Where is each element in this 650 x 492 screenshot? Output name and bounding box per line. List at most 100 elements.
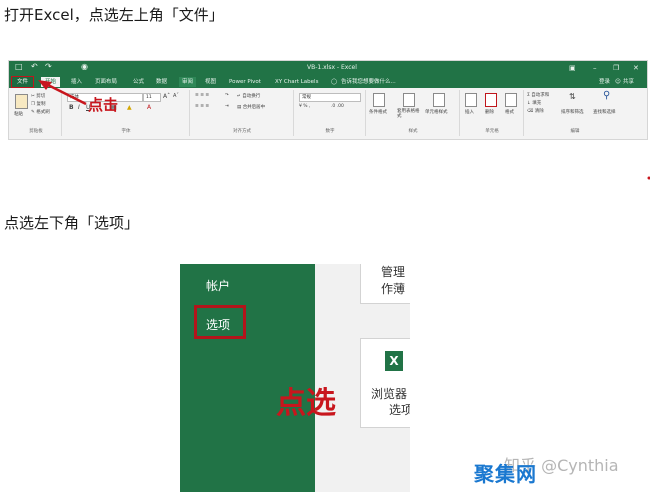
title-bar: □ ↶ ↷ ◉ VB-1.xlsx - Excel ▣ – ❐ ✕ (9, 61, 647, 75)
indent-icon[interactable]: ⇥ (225, 104, 229, 109)
account-menu-item[interactable]: 帐户 (206, 277, 230, 294)
tab-formulas[interactable]: 公式 (133, 77, 144, 87)
fill-label: 填充 (532, 101, 542, 106)
tab-data[interactable]: 数据 (156, 77, 167, 87)
excel-browser-icon: X (385, 351, 403, 371)
lightbulb-icon: ◯ (331, 79, 338, 85)
find-select-label[interactable]: 查找和选择 (593, 109, 616, 115)
format-table-icon[interactable] (403, 93, 415, 107)
browser-options-line2: 选项 (389, 403, 410, 417)
close-icon[interactable]: ✕ (633, 63, 639, 73)
browser-options-line1: 浏览器 (371, 387, 408, 401)
cut-button[interactable]: ✂ 剪切 (31, 93, 45, 99)
font-group-label: 字体 (121, 129, 131, 134)
number-format-select[interactable]: 常规 (299, 93, 361, 102)
format-cells-icon[interactable] (505, 93, 517, 107)
number-group-label: 数字 (325, 129, 335, 134)
conditional-format-label[interactable]: 条件格式 (369, 109, 387, 115)
editing-group: Σ 自动求和 ↓ 填充 ⌫ 清除 ⇅ 排序和筛选 ⚲ 查找和选择 编辑 (525, 90, 625, 136)
font-shrink-icon[interactable]: Aˇ (173, 93, 179, 99)
cut-label: 剪切 (36, 94, 46, 99)
font-size-select[interactable]: 11 (143, 93, 161, 102)
step2-instruction: 点选左下角「选项」 (4, 214, 140, 232)
clear-button[interactable]: ⌫ 清除 (527, 108, 544, 114)
redo-icon[interactable]: ↷ (45, 62, 52, 72)
autosum-label: 自动求和 (531, 93, 550, 98)
orientation-icon[interactable]: ↷ (225, 93, 229, 98)
save-icon[interactable]: □ (15, 62, 23, 72)
paste-icon[interactable] (15, 94, 28, 109)
tab-review[interactable]: 审阅 (179, 77, 197, 87)
autosum-button[interactable]: Σ 自动求和 (527, 92, 549, 98)
clear-label: 清除 (534, 109, 544, 114)
align-top-icon[interactable]: ≡ ≡ ≡ (195, 93, 209, 98)
format-cells-label[interactable]: 格式 (505, 109, 514, 115)
format-table-label[interactable]: 套用表格格式 (397, 109, 423, 119)
font-group: 宋体 11 Aˆ Aˇ B I U ▦ ▲ A 字体 (63, 90, 190, 136)
tab-page-layout[interactable]: 页面布局 (95, 77, 117, 87)
sign-in-link[interactable]: 登录 (599, 77, 610, 87)
format-painter-label: 格式刷 (36, 110, 50, 115)
cell-styles-label[interactable]: 单元格样式 (425, 109, 448, 115)
browser-options-card[interactable]: X 浏览器 选项 (360, 338, 410, 428)
copy-button[interactable]: ❐ 复制 (31, 101, 45, 107)
sort-filter-icon[interactable]: ⇅ (569, 92, 576, 101)
align-left-icon[interactable]: ≡ ≡ ≡ (195, 104, 209, 109)
merge-center-label: 合并后居中 (242, 105, 266, 110)
manage-workbook-card[interactable]: 管理 作薄 (360, 264, 410, 304)
undo-icon[interactable]: ↶ (31, 62, 38, 72)
sort-filter-label[interactable]: 排序和筛选 (561, 109, 584, 115)
editing-group-label: 编辑 (570, 129, 580, 134)
font-grow-icon[interactable]: Aˆ (163, 93, 170, 100)
font-color-icon[interactable]: A (147, 104, 151, 111)
fill-button[interactable]: ↓ 填充 (527, 100, 541, 106)
fill-color-icon[interactable]: ▲ (127, 104, 132, 111)
brand-watermark: 聚集网 (474, 462, 537, 486)
format-painter-button[interactable]: ✎ 格式刷 (31, 109, 50, 115)
insert-cells-label[interactable]: 插入 (465, 109, 474, 115)
alignment-group: ≡ ≡ ≡ ↷ ↵ 自动换行 ≡ ≡ ≡ ⇥ ▤ 合并后居中 对齐方式 (191, 90, 294, 136)
restore-icon[interactable]: ❐ (613, 63, 619, 73)
decimal-icon[interactable]: .0 .00 (331, 104, 344, 109)
camera-icon[interactable]: ◉ (81, 62, 88, 72)
tab-xy-chart-labels[interactable]: XY Chart Labels (275, 77, 318, 87)
click-annotation: 点击 (88, 96, 119, 114)
delete-cells-icon[interactable] (485, 93, 497, 107)
window-title: VB-1.xlsx - Excel (307, 64, 357, 71)
cells-group: 插入 删除 格式 单元格 (461, 90, 524, 136)
clipboard-group: 粘贴 ✂ 剪切 ❐ 复制 ✎ 格式刷 剪贴板 (11, 90, 62, 136)
insert-cells-icon[interactable] (465, 93, 477, 107)
clipboard-group-label: 剪贴板 (29, 129, 43, 134)
copy-label: 复制 (36, 102, 46, 107)
ribbon-display-icon[interactable]: ▣ (569, 63, 576, 73)
delete-cells-label[interactable]: 删除 (485, 109, 494, 115)
alignment-group-label: 对齐方式 (233, 129, 251, 134)
accounting-format-icon[interactable]: ¥ % , (299, 104, 310, 109)
tab-power-pivot[interactable]: Power Pivot (229, 77, 261, 87)
wrap-text-label: 自动换行 (242, 94, 261, 99)
find-select-icon[interactable]: ⚲ (603, 90, 610, 101)
cell-styles-icon[interactable] (433, 93, 445, 107)
select-annotation: 点选 (276, 386, 336, 421)
cells-group-label: 单元格 (485, 129, 499, 134)
bold-icon[interactable]: B (69, 104, 74, 111)
tell-me-search[interactable]: 告诉我您想要做什么... (341, 77, 396, 87)
minimize-icon[interactable]: – (593, 63, 597, 73)
merge-center-button[interactable]: ▤ 合并后居中 (237, 104, 265, 110)
styles-group-label: 样式 (408, 129, 418, 134)
tab-home[interactable]: 开始 (41, 77, 61, 87)
styles-group: 条件格式 套用表格格式 单元格样式 样式 (367, 90, 460, 136)
share-button[interactable]: 共享 (623, 77, 634, 87)
italic-icon[interactable]: I (78, 104, 80, 111)
paste-label[interactable]: 粘贴 (14, 111, 23, 117)
tab-file[interactable]: 文件 (11, 76, 35, 88)
manage-workbook-line2: 作薄 (381, 282, 406, 296)
user-icon: ☺ (615, 79, 621, 85)
ribbon-tabs: 文件 开始 插入 页面布局 公式 数据 审阅 视图 Power Pivot XY… (9, 75, 647, 88)
manage-workbook-line1: 管理 (381, 265, 406, 279)
conditional-format-icon[interactable] (373, 93, 385, 107)
step1-instruction: 打开Excel，点选左上角「文件」 (4, 6, 224, 24)
tab-view[interactable]: 视图 (205, 77, 216, 87)
tab-insert[interactable]: 插入 (71, 77, 82, 87)
wrap-text-button[interactable]: ↵ 自动换行 (237, 93, 260, 99)
